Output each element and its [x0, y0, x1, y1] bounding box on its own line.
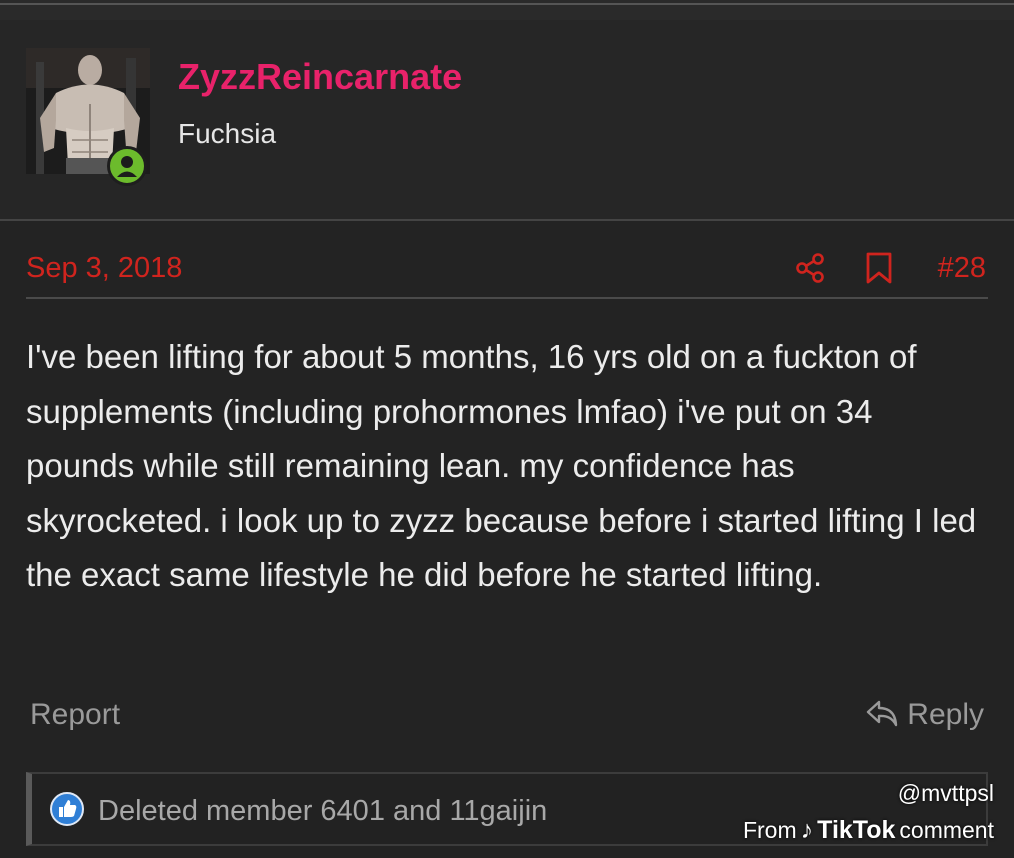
like-reaction-icon: [50, 792, 84, 826]
top-line: [0, 3, 1014, 5]
online-status-icon: [107, 146, 147, 186]
watermark-suffix: comment: [899, 817, 994, 843]
header-divider: [0, 219, 1014, 221]
reply-button[interactable]: Reply: [865, 698, 984, 732]
reactions-text[interactable]: Deleted member 6401 and 11gaijin: [98, 795, 547, 828]
bookmark-icon[interactable]: [864, 252, 894, 284]
report-link[interactable]: Report: [30, 698, 120, 732]
watermark-from: From: [742, 817, 797, 843]
reply-icon: [867, 700, 898, 727]
watermark-source: From ♪ TikTok comment: [743, 816, 994, 845]
user-title: Fuchsia: [178, 118, 277, 149]
watermark-brand: TikTok: [817, 816, 896, 844]
tiktok-logo-icon: ♪: [800, 816, 814, 844]
reply-label: Reply: [907, 698, 984, 731]
meta-divider: [26, 297, 988, 299]
watermark-handle: @mvttpsl: [897, 780, 994, 806]
username[interactable]: ZyzzReincarnate: [178, 56, 462, 98]
post-number[interactable]: #28: [938, 252, 986, 285]
post-header: [0, 20, 1014, 220]
post-date[interactable]: Sep 3, 2018: [26, 252, 182, 285]
post-body: I've been lifting for about 5 months, 16…: [26, 338, 977, 593]
share-icon[interactable]: [794, 252, 826, 284]
